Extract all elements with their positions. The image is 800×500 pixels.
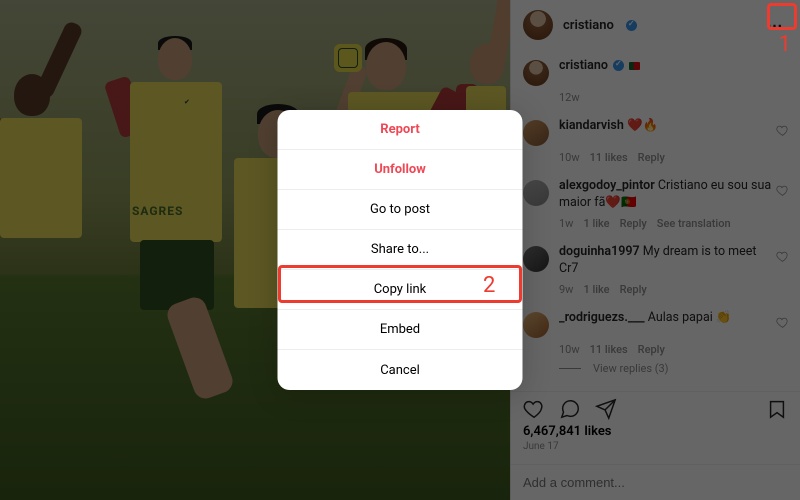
modal-item-go-to-post[interactable]: Go to post xyxy=(278,190,523,230)
modal-item-unfollow[interactable]: Unfollow xyxy=(278,150,523,190)
modal-item-embed[interactable]: Embed xyxy=(278,310,523,350)
app-root: SAGRES ✔ ✔ xyxy=(0,0,800,500)
modal-item-copy-link[interactable]: Copy link xyxy=(278,270,523,310)
modal-item-share-to[interactable]: Share to... xyxy=(278,230,523,270)
modal-item-report[interactable]: Report xyxy=(278,110,523,150)
options-modal: ReportUnfollowGo to postShare to...Copy … xyxy=(278,110,523,390)
modal-item-cancel[interactable]: Cancel xyxy=(278,350,523,390)
